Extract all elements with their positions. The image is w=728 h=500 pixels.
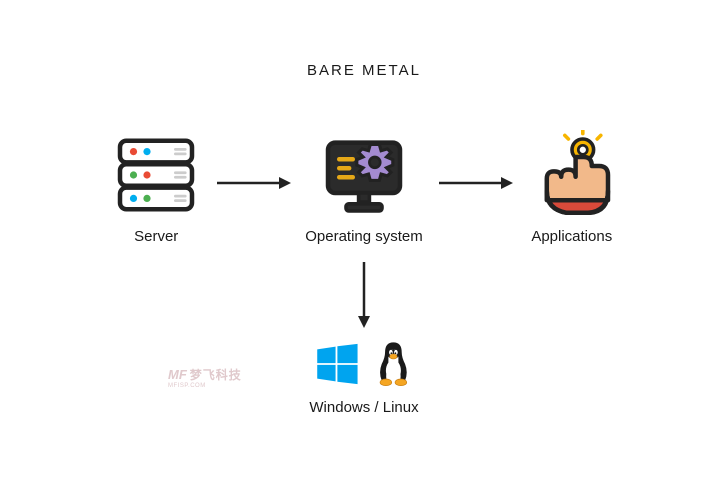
- watermark-sub: MFISP.COM: [168, 383, 206, 389]
- os-examples-label: Windows / Linux: [309, 399, 418, 416]
- os-label: Operating system: [305, 228, 423, 245]
- node-apps: Applications: [527, 130, 617, 245]
- node-os: Operating system: [305, 130, 423, 245]
- main-row: Server: [0, 130, 728, 245]
- linux-tux-icon: [373, 340, 413, 393]
- watermark-main: 梦飞科技: [190, 366, 242, 383]
- os-examples: Windows / Linux: [309, 340, 418, 416]
- diagram-title: BARE METAL: [0, 62, 728, 79]
- apps-label: Applications: [531, 228, 612, 245]
- server-icon: [111, 130, 201, 220]
- monitor-gear-icon: [319, 130, 409, 220]
- node-server: Server: [111, 130, 201, 245]
- arrow-os-to-examples: [354, 260, 374, 330]
- arrow-server-to-os: [213, 138, 293, 228]
- touch-hand-icon: [527, 130, 617, 220]
- watermark-logo: MF 梦飞科技 MFISP.COM: [168, 366, 258, 389]
- watermark-prefix: MF: [168, 367, 187, 382]
- windows-icon: [315, 342, 359, 391]
- server-label: Server: [134, 228, 178, 245]
- arrow-os-to-apps: [435, 138, 515, 228]
